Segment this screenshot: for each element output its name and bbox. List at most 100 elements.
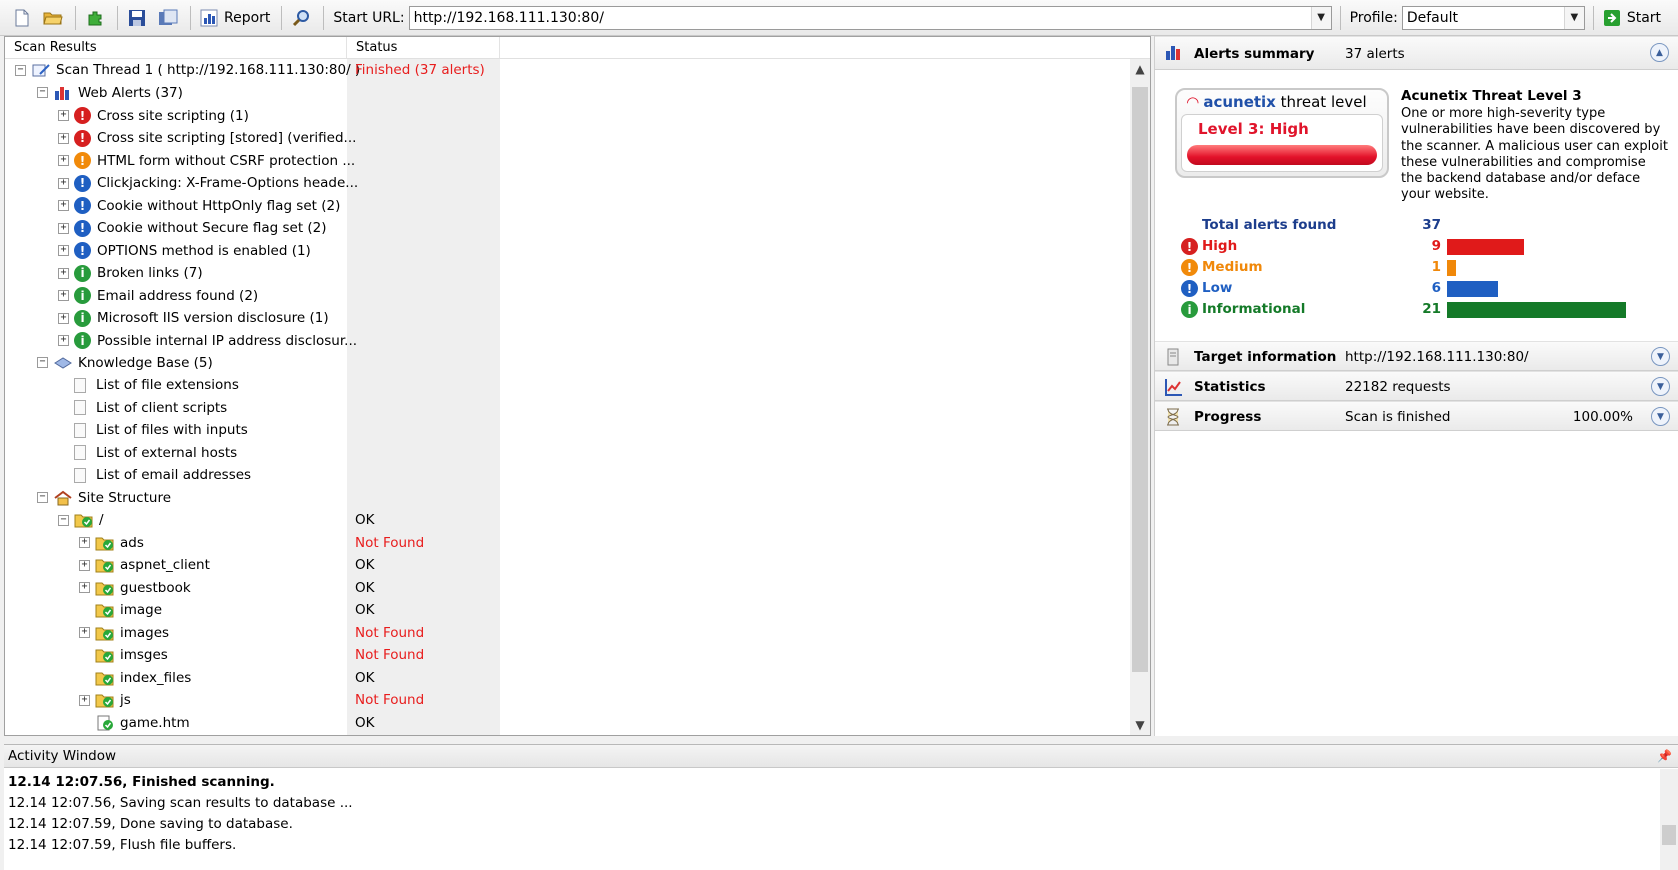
open-button[interactable] <box>39 4 67 32</box>
tree-item[interactable]: + images <box>79 625 169 641</box>
chevron-down-icon[interactable]: ▼ <box>1563 6 1584 29</box>
tree-item[interactable]: − Scan Thread 1 ( http://192.168.111.130:… <box>15 62 360 78</box>
expand-icon[interactable]: + <box>58 177 69 189</box>
collapse-icon[interactable]: − <box>15 64 26 76</box>
target-info-header[interactable]: Target information http://192.168.111.13… <box>1155 341 1678 371</box>
tree-item[interactable]: +! Cookie without HttpOnly flag set (2) <box>58 197 340 214</box>
tree-item[interactable]: game.htm <box>79 715 190 731</box>
expand-icon[interactable]: + <box>58 110 69 121</box>
tree-item[interactable]: + ads <box>79 535 144 551</box>
expand-icon[interactable]: + <box>58 267 69 279</box>
expand-icon[interactable]: + <box>58 155 69 166</box>
expand-icon[interactable]: + <box>79 627 90 638</box>
tree-item[interactable]: List of email addresses <box>58 467 251 483</box>
scrollbar-thumb[interactable] <box>1662 825 1676 845</box>
expand-icon[interactable]: + <box>79 582 90 593</box>
tree-row[interactable]: − Web Alerts (37) <box>5 82 1130 105</box>
chevron-up-icon[interactable]: ▲ <box>1650 43 1669 62</box>
tree-item[interactable]: − Site Structure <box>37 490 171 506</box>
tree-row[interactable]: List of files with inputs <box>5 419 1130 442</box>
profile-combo[interactable]: Default ▼ <box>1401 5 1585 30</box>
tree-row[interactable]: + guestbook OK <box>5 577 1130 600</box>
tree-row[interactable]: List of external hosts <box>5 442 1130 465</box>
tree-row[interactable]: + aspnet_client OK <box>5 554 1130 577</box>
tree-row[interactable]: List of email addresses <box>5 464 1130 487</box>
tree-row[interactable]: List of file extensions <box>5 374 1130 397</box>
expand-icon[interactable]: + <box>58 132 69 144</box>
tree-item[interactable]: +! Cross site scripting (1) <box>58 107 249 124</box>
expand-icon[interactable]: + <box>79 559 90 571</box>
tree-item[interactable]: +! Clickjacking: X-Frame-Options heade... <box>58 174 358 192</box>
tree-row[interactable]: − Site Structure <box>5 487 1130 510</box>
tree-item[interactable]: image <box>79 602 162 618</box>
expand-icon[interactable]: + <box>58 290 69 301</box>
collapse-icon[interactable]: − <box>37 492 48 503</box>
scroll-up-icon[interactable]: ▲ <box>1130 59 1150 79</box>
tree-row[interactable]: − Knowledge Base (5) <box>5 352 1130 375</box>
expand-icon[interactable]: + <box>79 537 90 548</box>
expand-icon[interactable]: + <box>58 245 69 256</box>
tree-item[interactable]: + js <box>79 692 131 708</box>
scroll-down-icon[interactable]: ▼ <box>1130 715 1150 735</box>
save-button[interactable] <box>123 4 151 32</box>
chevron-down-icon[interactable]: ▼ <box>1651 347 1670 366</box>
chevron-down-icon[interactable]: ▼ <box>1651 407 1670 426</box>
tree-item[interactable]: +! Cookie without Secure flag set (2) <box>58 219 327 237</box>
tree-item[interactable]: + i Email address found (2) <box>58 287 258 304</box>
plugin-button[interactable] <box>81 4 109 32</box>
tree-row[interactable]: imsges Not Found <box>5 644 1130 667</box>
tree-row[interactable]: + i Broken links (7) <box>5 262 1130 285</box>
tree-item[interactable]: + i Possible internal IP address disclosur… <box>58 332 357 349</box>
tree-row[interactable]: − / OK <box>5 509 1130 532</box>
tree-item[interactable]: List of external hosts <box>58 445 237 461</box>
tree-row[interactable]: image OK <box>5 599 1130 622</box>
tree-row[interactable]: +! OPTIONS method is enabled (1) <box>5 239 1130 262</box>
tree-item[interactable]: − / <box>58 512 104 528</box>
tree-item[interactable]: +! OPTIONS method is enabled (1) <box>58 242 311 259</box>
tree-row[interactable]: + i Possible internal IP address disclosur… <box>5 329 1130 352</box>
tree-row[interactable]: + images Not Found <box>5 622 1130 645</box>
start-url-combo[interactable]: http://192.168.111.130:80/ ▼ <box>408 5 1332 30</box>
tree-row[interactable]: +! Cookie without Secure flag set (2) <box>5 217 1130 240</box>
start-button[interactable]: Start <box>1599 4 1664 32</box>
collapse-icon[interactable]: − <box>37 87 48 98</box>
tree-row[interactable]: +! Cross site scripting (1) <box>5 104 1130 127</box>
activity-scrollbar[interactable] <box>1660 769 1678 870</box>
tree-row[interactable]: List of client scripts <box>5 397 1130 420</box>
tree-row[interactable]: game.htm OK <box>5 712 1130 735</box>
tree-row[interactable]: index_files OK <box>5 667 1130 690</box>
collapse-icon[interactable]: − <box>37 357 48 368</box>
tree-item[interactable]: index_files <box>79 670 191 686</box>
chevron-down-icon[interactable]: ▼ <box>1651 377 1670 396</box>
tree-item[interactable]: − Web Alerts (37) <box>37 85 183 101</box>
tree-row[interactable]: +! HTML form without CSRF protection ... <box>5 149 1130 172</box>
pin-icon[interactable]: 📌 <box>1657 745 1672 768</box>
tools-button[interactable] <box>287 4 315 32</box>
expand-icon[interactable]: + <box>58 335 69 346</box>
tree-item[interactable]: List of file extensions <box>58 377 239 393</box>
tree-row[interactable]: + i Microsoft IIS version disclosure (1) <box>5 307 1130 330</box>
tree-row[interactable]: − Scan Thread 1 ( http://192.168.111.130:… <box>5 59 1130 82</box>
tree-row[interactable]: +! Cookie without HttpOnly flag set (2) <box>5 194 1130 217</box>
tree-item[interactable]: List of client scripts <box>58 400 227 416</box>
tree-item[interactable]: − Knowledge Base (5) <box>37 355 213 371</box>
report-button[interactable]: Report <box>196 4 273 32</box>
tree-row[interactable]: +! Cross site scripting [stored] (verifie… <box>5 127 1130 150</box>
tree-row[interactable]: + i Email address found (2) <box>5 284 1130 307</box>
tree-item[interactable]: + i Broken links (7) <box>58 264 203 282</box>
tree-item[interactable]: imsges <box>79 647 168 663</box>
chevron-down-icon[interactable]: ▼ <box>1310 6 1331 29</box>
tree-scrollbar[interactable]: ▲ ▼ <box>1130 59 1150 735</box>
expand-icon[interactable]: + <box>58 200 69 211</box>
expand-icon[interactable]: + <box>58 222 69 234</box>
tree-item[interactable]: + i Microsoft IIS version disclosure (1) <box>58 309 329 327</box>
tree-row[interactable]: + ads Not Found <box>5 532 1130 555</box>
collapse-icon[interactable]: − <box>58 514 69 526</box>
column-status[interactable]: Status <box>347 37 500 58</box>
column-scan-results[interactable]: Scan Results <box>5 37 347 58</box>
alerts-summary-header[interactable]: Alerts summary 37 alerts ▲ <box>1155 36 1678 70</box>
tree-item[interactable]: + guestbook <box>79 580 191 596</box>
tree-item[interactable]: List of files with inputs <box>58 422 248 438</box>
expand-icon[interactable]: + <box>58 312 69 324</box>
tree-item[interactable]: + aspnet_client <box>79 557 210 573</box>
